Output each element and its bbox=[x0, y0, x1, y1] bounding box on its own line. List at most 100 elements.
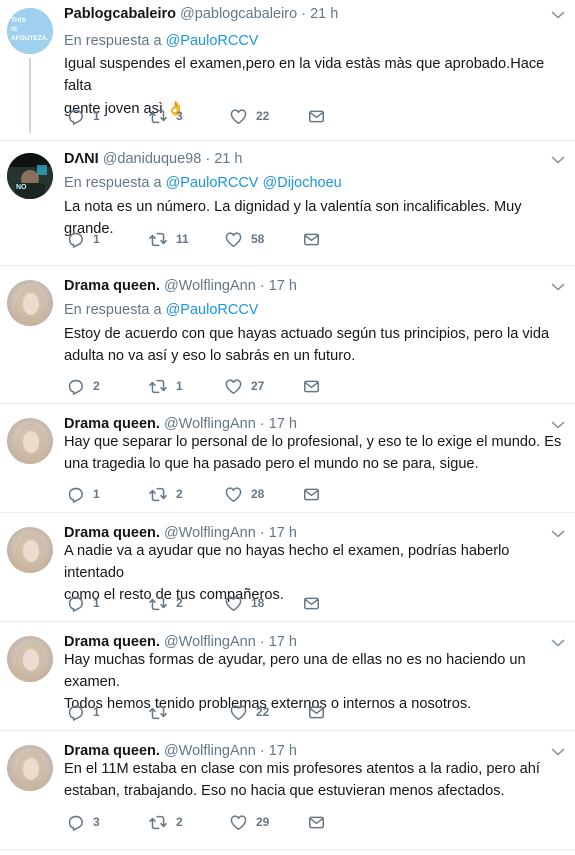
display-name[interactable]: Pablogcabaleiro bbox=[64, 6, 176, 22]
chevron-down-icon[interactable] bbox=[551, 10, 565, 20]
retweet-button[interactable]: 1 bbox=[148, 376, 183, 396]
user-handle[interactable]: @WolflingAnn bbox=[164, 416, 256, 432]
retweet-button[interactable]: 11 bbox=[148, 229, 189, 249]
tweet[interactable]: Drama queen. @WolflingAnn · 17 h A nadie… bbox=[0, 519, 575, 619]
display-name[interactable]: Drama queen. bbox=[64, 525, 160, 541]
heart-icon bbox=[229, 107, 248, 126]
display-name[interactable]: DΛNI bbox=[64, 151, 99, 167]
reply-button[interactable]: 1 bbox=[66, 593, 100, 613]
tweet-text-line: Hay muchas formas de ayudar, pero una de… bbox=[64, 652, 526, 690]
tweet[interactable]: NO DΛNI @daniduque98 · 21 h En respuesta… bbox=[0, 145, 575, 263]
tweet[interactable]: Drama queen. @WolflingAnn · 17 h En el 1… bbox=[0, 737, 575, 847]
reply-count: 1 bbox=[93, 596, 100, 610]
reply-button[interactable]: 3 bbox=[66, 812, 100, 832]
retweet-button[interactable] bbox=[148, 702, 176, 722]
retweet-button[interactable]: 2 bbox=[148, 593, 183, 613]
replying-to-label: En respuesta a bbox=[64, 175, 162, 191]
avatar-image: THIS IS AFOUTEZA. bbox=[7, 8, 53, 54]
avatar[interactable] bbox=[7, 636, 53, 682]
user-handle[interactable]: @WolflingAnn bbox=[164, 278, 256, 294]
mention-link[interactable]: @PauloRCCV bbox=[166, 175, 259, 191]
chevron-down-icon[interactable] bbox=[551, 529, 565, 539]
tweet-text-line: Hay que separar lo personal de lo profes… bbox=[64, 434, 562, 450]
reply-icon bbox=[66, 594, 85, 613]
reply-button[interactable]: 1 bbox=[66, 229, 100, 249]
tweet[interactable]: Drama queen. @WolflingAnn · 17 h Hay que… bbox=[0, 410, 575, 510]
chevron-down-icon[interactable] bbox=[551, 155, 565, 165]
user-handle[interactable]: @WolflingAnn bbox=[164, 743, 256, 759]
like-button[interactable]: 58 bbox=[224, 229, 264, 249]
tweet[interactable]: Drama queen. @WolflingAnn · 17 h En resp… bbox=[0, 272, 575, 400]
user-handle[interactable]: @WolflingAnn bbox=[164, 525, 256, 541]
retweet-button[interactable]: 3 bbox=[148, 106, 183, 126]
tweet[interactable]: Drama queen. @WolflingAnn · 17 h Hay muc… bbox=[0, 628, 575, 728]
avatar[interactable]: THIS IS AFOUTEZA. bbox=[7, 8, 53, 54]
timestamp[interactable]: 17 h bbox=[269, 634, 297, 650]
avatar[interactable] bbox=[7, 745, 53, 791]
like-count: 27 bbox=[251, 379, 265, 393]
reply-icon bbox=[66, 230, 85, 249]
reply-button[interactable]: 2 bbox=[66, 376, 100, 396]
like-button[interactable]: 22 bbox=[229, 702, 269, 722]
avatar[interactable]: NO bbox=[7, 153, 53, 199]
reply-icon bbox=[66, 703, 85, 722]
divider bbox=[0, 403, 575, 404]
display-name[interactable]: Drama queen. bbox=[64, 743, 160, 759]
display-name[interactable]: Drama queen. bbox=[64, 416, 160, 432]
mention-link[interactable]: @PauloRCCV bbox=[166, 33, 259, 49]
direct-message-button[interactable] bbox=[302, 593, 321, 613]
timestamp[interactable]: 17 h bbox=[269, 278, 297, 294]
retweet-count: 11 bbox=[176, 232, 189, 246]
like-button[interactable]: 28 bbox=[224, 484, 264, 504]
display-name[interactable]: Drama queen. bbox=[64, 278, 160, 294]
tweet-actions: 1 22 bbox=[64, 702, 344, 722]
chevron-down-icon[interactable] bbox=[551, 282, 565, 292]
envelope-icon bbox=[302, 485, 321, 504]
timestamp[interactable]: 21 h bbox=[214, 151, 242, 167]
reply-button[interactable]: 1 bbox=[66, 106, 100, 126]
heart-icon bbox=[224, 230, 243, 249]
svg-text:AFOUTEZA.: AFOUTEZA. bbox=[11, 35, 48, 42]
direct-message-button[interactable] bbox=[302, 229, 321, 249]
avatar[interactable] bbox=[7, 527, 53, 573]
reply-button[interactable]: 1 bbox=[66, 702, 100, 722]
mention-link[interactable]: @PauloRCCV bbox=[166, 302, 259, 318]
retweet-button[interactable]: 2 bbox=[148, 812, 183, 832]
avatar[interactable] bbox=[7, 418, 53, 464]
thread-line bbox=[29, 58, 31, 133]
retweet-icon bbox=[148, 230, 168, 249]
avatar-image bbox=[7, 636, 53, 682]
like-count: 18 bbox=[251, 596, 265, 610]
tweet-text-line: Igual suspendes el examen,pero en la vid… bbox=[64, 56, 545, 94]
direct-message-button[interactable] bbox=[302, 484, 321, 504]
direct-message-button[interactable] bbox=[307, 812, 326, 832]
direct-message-button[interactable] bbox=[302, 376, 321, 396]
retweet-button[interactable]: 2 bbox=[148, 484, 183, 504]
tweet[interactable]: THIS IS AFOUTEZA. Pablogcabaleiro @pablo… bbox=[0, 0, 575, 133]
reply-count: 1 bbox=[93, 487, 100, 501]
chevron-down-icon[interactable] bbox=[551, 747, 565, 757]
like-button[interactable]: 18 bbox=[224, 593, 264, 613]
timestamp[interactable]: 21 h bbox=[310, 6, 338, 22]
timestamp[interactable]: 17 h bbox=[269, 743, 297, 759]
like-button[interactable]: 29 bbox=[229, 812, 269, 832]
reply-button[interactable]: 1 bbox=[66, 484, 100, 504]
heart-icon bbox=[224, 485, 243, 504]
timestamp[interactable]: 17 h bbox=[269, 416, 297, 432]
like-button[interactable]: 27 bbox=[224, 376, 264, 396]
user-handle[interactable]: @WolflingAnn bbox=[164, 634, 256, 650]
avatar-image bbox=[7, 745, 53, 791]
avatar[interactable] bbox=[7, 280, 53, 326]
direct-message-button[interactable] bbox=[307, 702, 326, 722]
chevron-down-icon[interactable] bbox=[551, 420, 565, 430]
like-button[interactable]: 22 bbox=[229, 106, 269, 126]
timestamp[interactable]: 17 h bbox=[269, 525, 297, 541]
retweet-count: 2 bbox=[176, 815, 183, 829]
user-handle[interactable]: @pablogcabaleiro bbox=[180, 6, 297, 22]
user-handle[interactable]: @daniduque98 bbox=[103, 151, 202, 167]
mention-link[interactable]: @Dijochoeu bbox=[263, 175, 342, 191]
reply-count: 1 bbox=[93, 232, 100, 246]
chevron-down-icon[interactable] bbox=[551, 638, 565, 648]
display-name[interactable]: Drama queen. bbox=[64, 634, 160, 650]
direct-message-button[interactable] bbox=[307, 106, 326, 126]
